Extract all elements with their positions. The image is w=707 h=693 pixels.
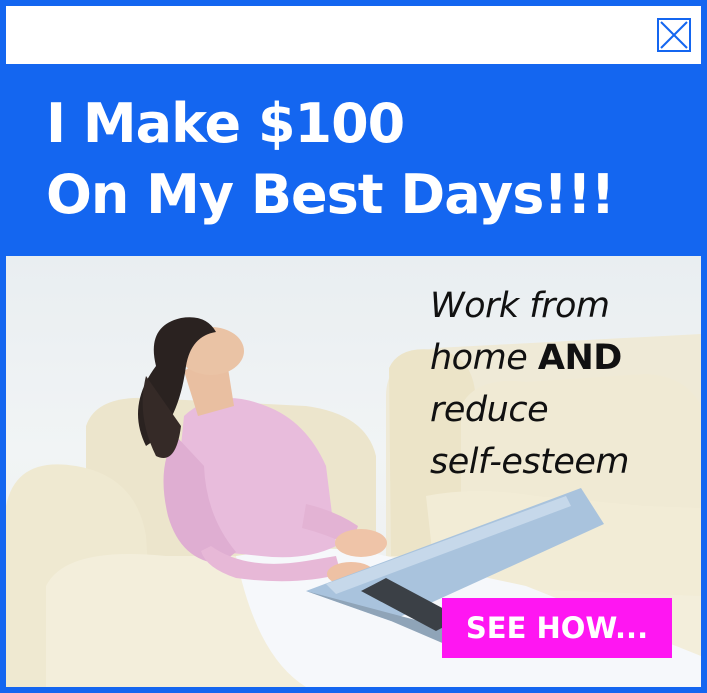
close-button[interactable] <box>657 18 691 52</box>
ad-photo: Work from home AND reduce self-esteem SE… <box>6 256 701 687</box>
close-icon <box>660 21 688 49</box>
ad-tagline: Work from home AND reduce self-esteem <box>430 280 690 488</box>
popup-ad: I Make $100 On My Best Days!!! Work from… <box>0 0 707 693</box>
headline-line-1: I Make $100 <box>46 92 405 155</box>
tagline-line-4: self-esteem <box>430 442 629 482</box>
tagline-emphasis: AND <box>537 338 622 378</box>
tagline-line-2: home AND <box>430 332 690 384</box>
headline-banner: I Make $100 On My Best Days!!! <box>6 64 701 256</box>
ad-top-bar <box>6 6 701 64</box>
tagline-line-1: Work from <box>430 286 610 326</box>
headline-line-2: On My Best Days!!! <box>46 163 615 226</box>
tagline-line-3: reduce <box>430 390 549 430</box>
tagline-line-2-text: home <box>430 338 538 378</box>
see-how-button[interactable]: SEE HOW... <box>442 598 672 658</box>
